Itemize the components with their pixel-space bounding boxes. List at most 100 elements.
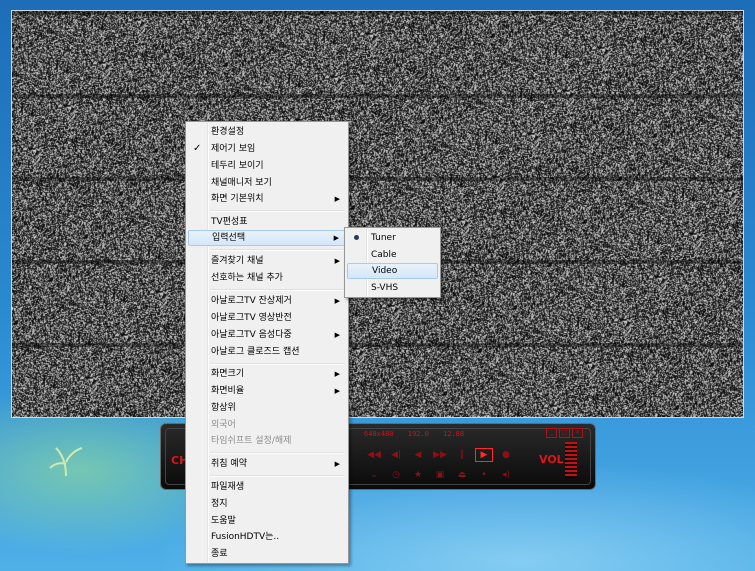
- menu-item-analog-flip[interactable]: 아날로그TV 영상반전: [188, 310, 346, 326]
- speaker-icon[interactable]: ◂): [497, 468, 515, 482]
- minimize-icon[interactable]: _: [546, 428, 557, 438]
- timer-icon[interactable]: ◷: [387, 468, 405, 482]
- play-icon[interactable]: ▶: [475, 448, 493, 462]
- menu-item-label: TV편성표: [211, 217, 248, 227]
- submenu-item-label: S-VHS: [371, 283, 399, 293]
- tv-video-area[interactable]: [11, 10, 744, 418]
- menu-item-closed-caption[interactable]: 아날로그 클로즈드 캡션: [188, 344, 346, 360]
- menu-item-tv-guide[interactable]: TV편성표: [188, 214, 346, 230]
- submenu-arrow-icon: ▶: [334, 370, 340, 378]
- menu-separator: [210, 249, 344, 251]
- submenu-arrow-icon: ▶: [334, 460, 340, 468]
- menu-item-label: 도움말: [211, 516, 236, 526]
- menu-separator: [210, 452, 344, 454]
- menu-item-label: 환경설정: [211, 127, 245, 137]
- menu-item-exit[interactable]: 종료: [188, 546, 346, 562]
- pause-icon[interactable]: ‖: [453, 448, 471, 462]
- submenu-item-tuner[interactable]: Tuner: [347, 230, 438, 246]
- menu-item-aspect-ratio[interactable]: 화면비율 ▶: [188, 383, 346, 399]
- menu-item-label: 화면 기본위치: [211, 194, 264, 204]
- context-menu: 환경설정 ✓ 제어기 보임 테두리 보이기 채널매니저 보기 화면 기본위치 ▶ T…: [185, 121, 349, 564]
- menu-item-default-position[interactable]: 화면 기본위치 ▶: [188, 191, 346, 207]
- step-back-icon[interactable]: ◀|: [387, 448, 405, 462]
- submenu-arrow-icon: ▶: [334, 387, 340, 395]
- submenu-item-svhs[interactable]: S-VHS: [347, 280, 438, 296]
- checkmark-icon: ✓: [193, 143, 202, 154]
- menu-item-analog-audio[interactable]: 아날로그TV 음성다중 ▶: [188, 327, 346, 343]
- menu-item-timeshift: 타임쉬프트 설정/해제: [188, 433, 346, 449]
- lcd-value-2: 12.88: [443, 430, 465, 438]
- menu-item-screen-size[interactable]: 화면크기 ▶: [188, 366, 346, 382]
- submenu-item-video[interactable]: Video: [347, 263, 438, 279]
- menu-separator: [210, 210, 344, 212]
- snapshot-camera-icon[interactable]: ▣: [431, 468, 449, 482]
- menu-item-label: 타임쉬프트 설정/해제: [211, 436, 292, 446]
- menu-item-label: 아날로그 클로즈드 캡션: [211, 347, 300, 357]
- menu-item-label: 아날로그TV 영상반전: [211, 313, 292, 323]
- menu-item-show-controller[interactable]: ✓ 제어기 보임: [188, 141, 346, 157]
- menu-item-label: 제어기 보임: [211, 144, 256, 154]
- menu-item-foreign-language: 외국어: [188, 417, 346, 433]
- close-icon[interactable]: ×: [572, 428, 583, 438]
- submenu-item-label: Video: [372, 266, 398, 276]
- menu-item-settings[interactable]: 환경설정: [188, 124, 346, 140]
- eject-icon[interactable]: ⏏: [453, 468, 471, 482]
- menu-item-label: 채널매니저 보기: [211, 178, 272, 188]
- menu-item-help[interactable]: 도움말: [188, 513, 346, 529]
- menu-item-stop[interactable]: 정지: [188, 496, 346, 512]
- submenu-arrow-icon: ▶: [334, 331, 340, 339]
- input-select-submenu: Tuner Cable Video S-VHS: [344, 227, 441, 298]
- menu-item-label: 테두리 보이기: [211, 161, 264, 171]
- menu-item-play-file[interactable]: 파일재생: [188, 479, 346, 495]
- submenu-arrow-icon: ▶: [334, 257, 340, 265]
- dot-icon[interactable]: •: [475, 468, 493, 482]
- menu-item-sleep-timer[interactable]: 취침 예약 ▶: [188, 456, 346, 472]
- submenu-arrow-icon: ▶: [334, 195, 340, 203]
- record-icon[interactable]: ●: [497, 448, 515, 462]
- menu-item-input-select[interactable]: 입력선택 ▶: [188, 230, 346, 246]
- rewind-icon[interactable]: ◀◀: [365, 448, 383, 462]
- menu-item-label: 정지: [211, 499, 228, 509]
- menu-separator: [210, 475, 344, 477]
- menu-item-label: 화면비율: [211, 386, 245, 396]
- lcd-value-1: 192.0: [407, 430, 429, 438]
- menu-item-about[interactable]: FusionHDTV는..: [188, 529, 346, 545]
- volume-meter[interactable]: [565, 442, 577, 478]
- menu-item-analog-ghost-removal[interactable]: 아날로그TV 잔상제거 ▶: [188, 293, 346, 309]
- menu-separator: [210, 289, 344, 291]
- player-window-buttons: _ □ ×: [546, 428, 583, 438]
- menu-item-label: 파일재생: [211, 482, 245, 492]
- menu-item-label: 외국어: [211, 420, 236, 430]
- menu-item-label: FusionHDTV는..: [211, 532, 280, 542]
- menu-separator: [210, 363, 344, 365]
- menu-item-add-preferred-channel[interactable]: 선호하는 채널 추가: [188, 270, 346, 286]
- submenu-arrow-icon: ▶: [333, 234, 339, 242]
- radio-dot-icon: [354, 235, 359, 240]
- chevron-down-icon[interactable]: ⌄: [365, 468, 383, 482]
- menu-item-always-on-top[interactable]: 항상위: [188, 400, 346, 416]
- forward-icon[interactable]: ▶▶: [431, 448, 449, 462]
- maximize-icon[interactable]: □: [559, 428, 570, 438]
- menu-item-show-border[interactable]: 테두리 보이기: [188, 158, 346, 174]
- windows-leaf-graphic: [49, 447, 83, 477]
- menu-item-channel-manager[interactable]: 채널매니저 보기: [188, 175, 346, 191]
- menu-item-label: 아날로그TV 음성다중: [211, 330, 292, 340]
- static-noise: [12, 11, 743, 417]
- lcd-resolution: 640x480: [364, 430, 394, 438]
- lcd-readout: 640x480 192.0 12.88: [364, 430, 474, 440]
- menu-item-label: 즐겨찾기 채널: [211, 256, 264, 266]
- volume-label: VOL: [539, 453, 564, 466]
- submenu-arrow-icon: ▶: [334, 297, 340, 305]
- menu-item-favorite-channels[interactable]: 즐겨찾기 채널 ▶: [188, 253, 346, 269]
- menu-item-label: 종료: [211, 549, 228, 559]
- function-controls: ⌄ ◷ ★ ▣ ⏏ • ◂): [365, 468, 515, 482]
- favorite-star-icon[interactable]: ★: [409, 468, 427, 482]
- submenu-item-cable[interactable]: Cable: [347, 247, 438, 263]
- menu-item-label: 화면크기: [211, 369, 245, 379]
- back-icon[interactable]: ◀: [409, 448, 427, 462]
- menu-item-label: 아날로그TV 잔상제거: [211, 296, 292, 306]
- transport-controls: ◀◀ ◀| ◀ ▶▶ ‖ ▶ ●: [365, 448, 515, 462]
- menu-item-label: 선호하는 채널 추가: [211, 273, 283, 283]
- menu-item-label: 취침 예약: [211, 459, 247, 469]
- menu-item-label: 항상위: [211, 403, 236, 413]
